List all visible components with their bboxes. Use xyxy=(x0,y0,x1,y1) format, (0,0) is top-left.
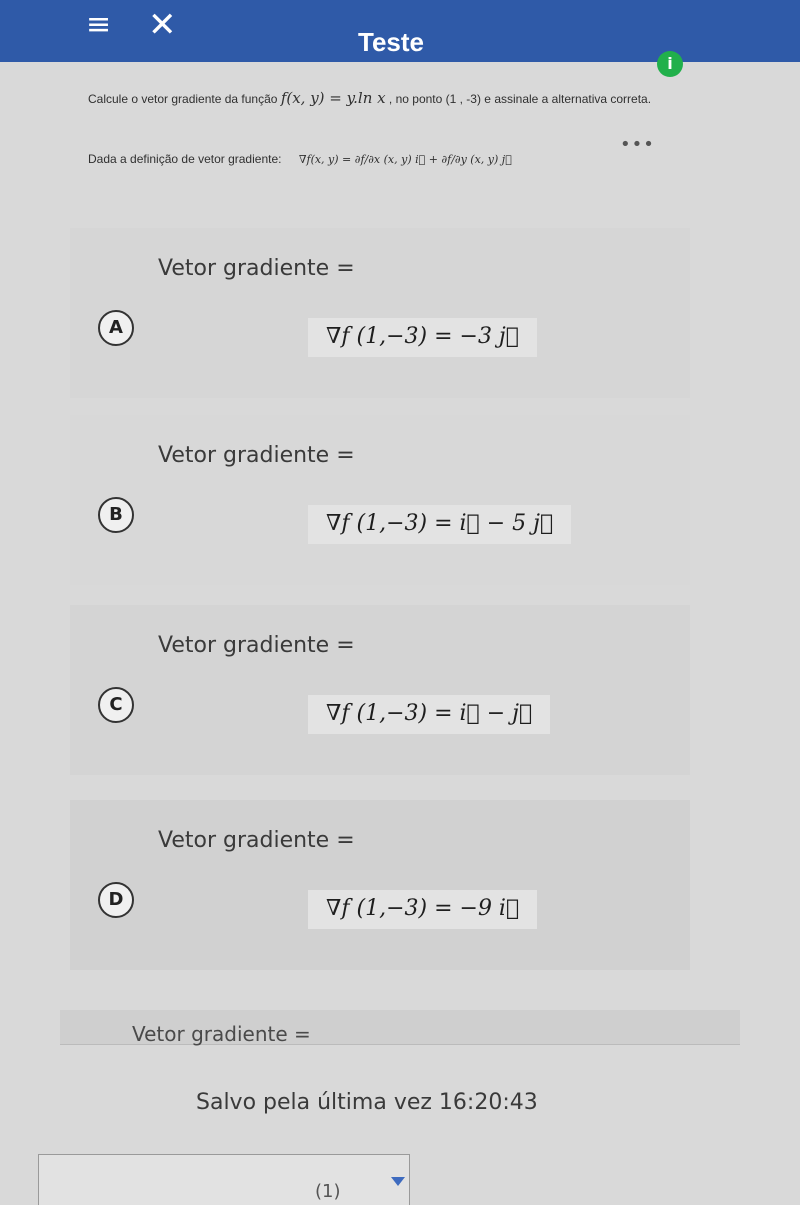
saved-status: Salvo pela última vez 16:20:43 xyxy=(196,1090,538,1115)
question-point: , no ponto (1 , -3) e assinale a alterna… xyxy=(388,92,652,106)
question-count: (1) xyxy=(315,1181,341,1202)
page-title: Teste xyxy=(358,27,424,57)
question-text: Calcule o vetor gradiente da função f(x,… xyxy=(88,90,688,107)
option-formula: ∇f (1,−3) = −9 i⃗ xyxy=(308,890,538,929)
option-b-radio[interactable]: B xyxy=(98,497,134,533)
option-label: Vetor gradiente = xyxy=(158,828,355,853)
question-nav-dropdown[interactable]: (1) xyxy=(38,1154,410,1205)
option-d[interactable]: Vetor gradiente = D ∇f (1,−3) = −9 i⃗ xyxy=(70,800,690,970)
option-c[interactable]: Vetor gradiente = C ∇f (1,−3) = i⃗ − j⃗ xyxy=(70,605,690,775)
info-icon[interactable]: i xyxy=(657,51,683,77)
chevron-down-icon xyxy=(391,1177,405,1186)
option-label: Vetor gradiente = xyxy=(158,633,355,658)
option-formula: ∇f (1,−3) = i⃗ − 5 j⃗ xyxy=(308,505,572,544)
definition-formula: ∇f(x, y) = ∂f/∂x (x, y) i⃗ + ∂f/∂y (x, y… xyxy=(298,153,512,166)
option-label: Vetor gradiente = xyxy=(158,256,355,281)
option-formula: ∇f (1,−3) = i⃗ − j⃗ xyxy=(308,695,551,734)
question-intro: Calcule o vetor gradiente da função xyxy=(88,92,278,106)
option-a[interactable]: Vetor gradiente = A ∇f (1,−3) = −3 j⃗ xyxy=(70,228,690,398)
option-e-partial[interactable]: Vetor gradiente = xyxy=(60,1010,740,1046)
option-d-radio[interactable]: D xyxy=(98,882,134,918)
question-function: f(x, y) = y.ln x xyxy=(280,89,386,107)
option-label: Vetor gradiente = xyxy=(158,443,355,468)
option-formula: ∇f (1,−3) = −3 j⃗ xyxy=(308,318,537,357)
option-b[interactable]: Vetor gradiente = B ∇f (1,−3) = i⃗ − 5 j… xyxy=(70,415,690,585)
gradient-definition: Dada a definição de vetor gradiente: ∇f(… xyxy=(88,150,688,169)
menu-icon[interactable]: ≡ xyxy=(86,10,111,40)
option-label: Vetor gradiente = xyxy=(132,1022,311,1046)
close-icon[interactable]: ✕ xyxy=(148,8,177,42)
definition-label: Dada a definição de vetor gradiente: xyxy=(88,152,282,166)
app-header: ≡ ✕ Teste xyxy=(0,0,800,62)
option-a-radio[interactable]: A xyxy=(98,310,134,346)
option-c-radio[interactable]: C xyxy=(98,687,134,723)
